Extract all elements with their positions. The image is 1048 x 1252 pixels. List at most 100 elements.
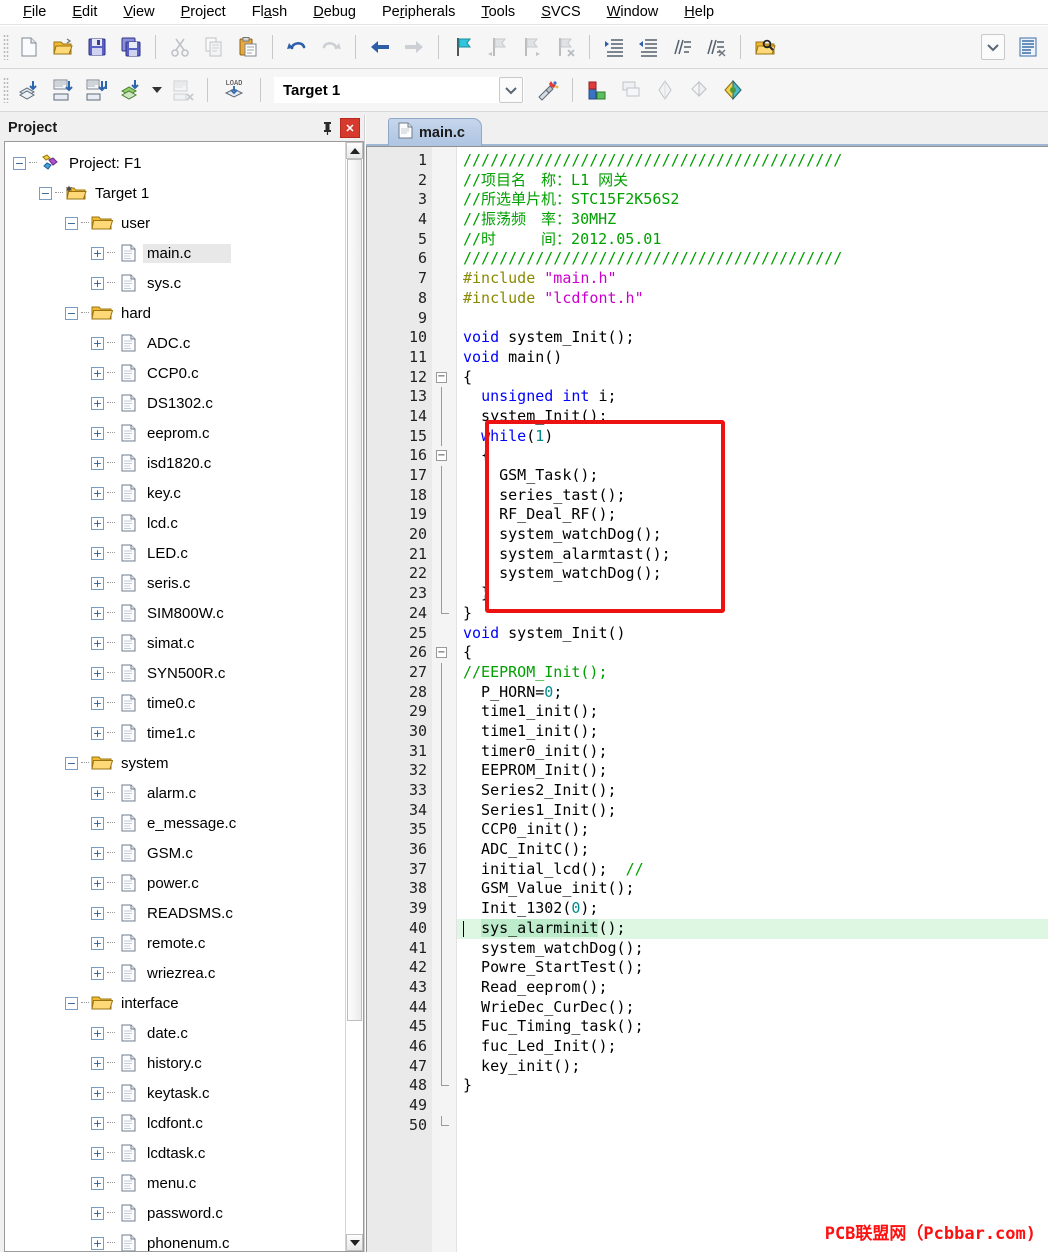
- cut-icon[interactable]: [164, 31, 196, 63]
- code-line[interactable]: //时 间：2012.05.01: [457, 230, 1048, 250]
- tree-file-key-c[interactable]: + key.c: [5, 478, 345, 508]
- tree-group-user[interactable]: − user: [5, 208, 345, 238]
- code-line[interactable]: }: [457, 584, 1048, 604]
- code-line[interactable]: {: [457, 446, 1048, 466]
- expand-toggle-icon[interactable]: +: [91, 936, 104, 950]
- tree-file-syn500r-c[interactable]: + SYN500R.c: [5, 658, 345, 688]
- tree-file-seris-c[interactable]: + seris.c: [5, 568, 345, 598]
- bookmark-prev-icon[interactable]: [481, 31, 513, 63]
- code-line[interactable]: }: [457, 1076, 1048, 1096]
- text-panel-icon[interactable]: [1012, 31, 1044, 63]
- tree-file-led-c[interactable]: + LED.c: [5, 538, 345, 568]
- expand-toggle-icon[interactable]: +: [91, 276, 104, 290]
- menu-item-project[interactable]: Project: [168, 2, 239, 22]
- code-line[interactable]: EEPROM_Init();: [457, 761, 1048, 781]
- code-line[interactable]: ADC_InitC();: [457, 840, 1048, 860]
- expand-toggle-icon[interactable]: +: [91, 636, 104, 650]
- save-icon[interactable]: [81, 31, 113, 63]
- comment-icon[interactable]: [666, 31, 698, 63]
- target-select[interactable]: Target 1: [274, 77, 524, 103]
- expand-toggle-icon[interactable]: +: [91, 1086, 104, 1100]
- tree-file-remote-c[interactable]: + remote.c: [5, 928, 345, 958]
- tree-file-keytask-c[interactable]: + keytask.c: [5, 1078, 345, 1108]
- expand-toggle-icon[interactable]: +: [91, 366, 104, 380]
- pack-installer-icon[interactable]: [649, 74, 681, 106]
- code-line[interactable]: system_watchDog();: [457, 564, 1048, 584]
- code-folding-column[interactable]: − − −: [432, 147, 457, 1252]
- code-line[interactable]: system_watchDog();: [457, 525, 1048, 545]
- tree-file-menu-c[interactable]: + menu.c: [5, 1168, 345, 1198]
- tree-file-power-c[interactable]: + power.c: [5, 868, 345, 898]
- editor-body[interactable]: 1 2 3 4 5 6 7 8 9 10 11 12 13 14 15 16 17 18 19 20 21 22 23 24 2…: [366, 146, 1048, 1252]
- expand-toggle-icon[interactable]: +: [91, 606, 104, 620]
- project-tree-scrollbar[interactable]: [345, 142, 363, 1251]
- tree-file-e-message-c[interactable]: + e_message.c: [5, 808, 345, 838]
- collapse-toggle-icon[interactable]: −: [13, 156, 26, 170]
- open-file-icon[interactable]: [47, 31, 79, 63]
- fold-collapse-icon[interactable]: −: [436, 647, 447, 659]
- menu-item-edit[interactable]: Edit: [59, 2, 110, 22]
- tree-group-system[interactable]: − system: [5, 748, 345, 778]
- components-icon[interactable]: [615, 74, 647, 106]
- expand-toggle-icon[interactable]: +: [91, 1236, 104, 1250]
- expand-toggle-icon[interactable]: +: [91, 426, 104, 440]
- tree-file-history-c[interactable]: + history.c: [5, 1048, 345, 1078]
- expand-toggle-icon[interactable]: +: [91, 516, 104, 530]
- code-line[interactable]: Fuc_Timing_task();: [457, 1017, 1048, 1037]
- expand-toggle-icon[interactable]: +: [91, 816, 104, 830]
- expand-toggle-icon[interactable]: +: [91, 906, 104, 920]
- target-options-icon[interactable]: [532, 74, 564, 106]
- code-line[interactable]: //所选单片机：STC15F2K56S2: [457, 190, 1048, 210]
- fold-collapse-icon[interactable]: −: [436, 371, 447, 383]
- code-line[interactable]: RF_Deal_RF();: [457, 505, 1048, 525]
- code-line[interactable]: }: [457, 604, 1048, 624]
- code-line[interactable]: unsigned int i;: [457, 387, 1048, 407]
- expand-toggle-icon[interactable]: +: [91, 666, 104, 680]
- batch-build-icon[interactable]: [115, 74, 147, 106]
- code-line[interactable]: #include "lcdfont.h": [457, 289, 1048, 309]
- tree-file-date-c[interactable]: + date.c: [5, 1018, 345, 1048]
- build-target-icon[interactable]: [13, 74, 45, 106]
- code-line[interactable]: while(1): [457, 427, 1048, 447]
- code-line[interactable]: initial_lcd(); //: [457, 860, 1048, 880]
- tree-file-simat-c[interactable]: + simat.c: [5, 628, 345, 658]
- code-line[interactable]: [457, 1096, 1048, 1116]
- tree-group-hard[interactable]: − hard: [5, 298, 345, 328]
- collapse-toggle-icon[interactable]: −: [39, 186, 52, 200]
- code-line[interactable]: Read_eeprom();: [457, 978, 1048, 998]
- expand-toggle-icon[interactable]: +: [91, 876, 104, 890]
- collapse-toggle-icon[interactable]: −: [65, 216, 78, 230]
- collapse-toggle-icon[interactable]: −: [65, 996, 78, 1010]
- code-text-area[interactable]: ////////////////////////////////////////…: [457, 147, 1048, 1252]
- stop-build-icon[interactable]: [167, 74, 199, 106]
- expand-toggle-icon[interactable]: +: [91, 1146, 104, 1160]
- tree-file-alarm-c[interactable]: + alarm.c: [5, 778, 345, 808]
- tree-file-phonenum-c[interactable]: + phonenum.c: [5, 1228, 345, 1251]
- tree-file-ds1302-c[interactable]: + DS1302.c: [5, 388, 345, 418]
- code-line[interactable]: fuc_Led_Init();: [457, 1037, 1048, 1057]
- menu-item-view[interactable]: View: [110, 2, 167, 22]
- tree-group-target-1[interactable]: − Target 1: [5, 178, 345, 208]
- save-all-icon[interactable]: [115, 31, 147, 63]
- outdent-icon[interactable]: [632, 31, 664, 63]
- expand-toggle-icon[interactable]: +: [91, 696, 104, 710]
- chevron-down-icon[interactable]: [499, 77, 523, 103]
- menu-item-window[interactable]: Window: [594, 2, 672, 22]
- scrollbar-thumb[interactable]: [347, 159, 362, 1021]
- tree-file-password-c[interactable]: + password.c: [5, 1198, 345, 1228]
- code-line[interactable]: {: [457, 643, 1048, 663]
- toolbar-grip[interactable]: [3, 77, 9, 103]
- multi-project-icon[interactable]: [683, 74, 715, 106]
- code-line[interactable]: series_tast();: [457, 486, 1048, 506]
- expand-toggle-icon[interactable]: +: [91, 846, 104, 860]
- new-file-icon[interactable]: [13, 31, 45, 63]
- code-line[interactable]: time1_init();: [457, 722, 1048, 742]
- collapse-toggle-icon[interactable]: −: [65, 306, 78, 320]
- tree-file-main-c[interactable]: + main.c: [5, 238, 345, 268]
- indent-icon[interactable]: [598, 31, 630, 63]
- code-line[interactable]: CCP0_init();: [457, 820, 1048, 840]
- menu-item-help[interactable]: Help: [671, 2, 727, 22]
- pin-icon[interactable]: [318, 119, 336, 137]
- menu-item-peripherals[interactable]: Peripherals: [369, 2, 468, 22]
- rebuild-all-icon[interactable]: [81, 74, 113, 106]
